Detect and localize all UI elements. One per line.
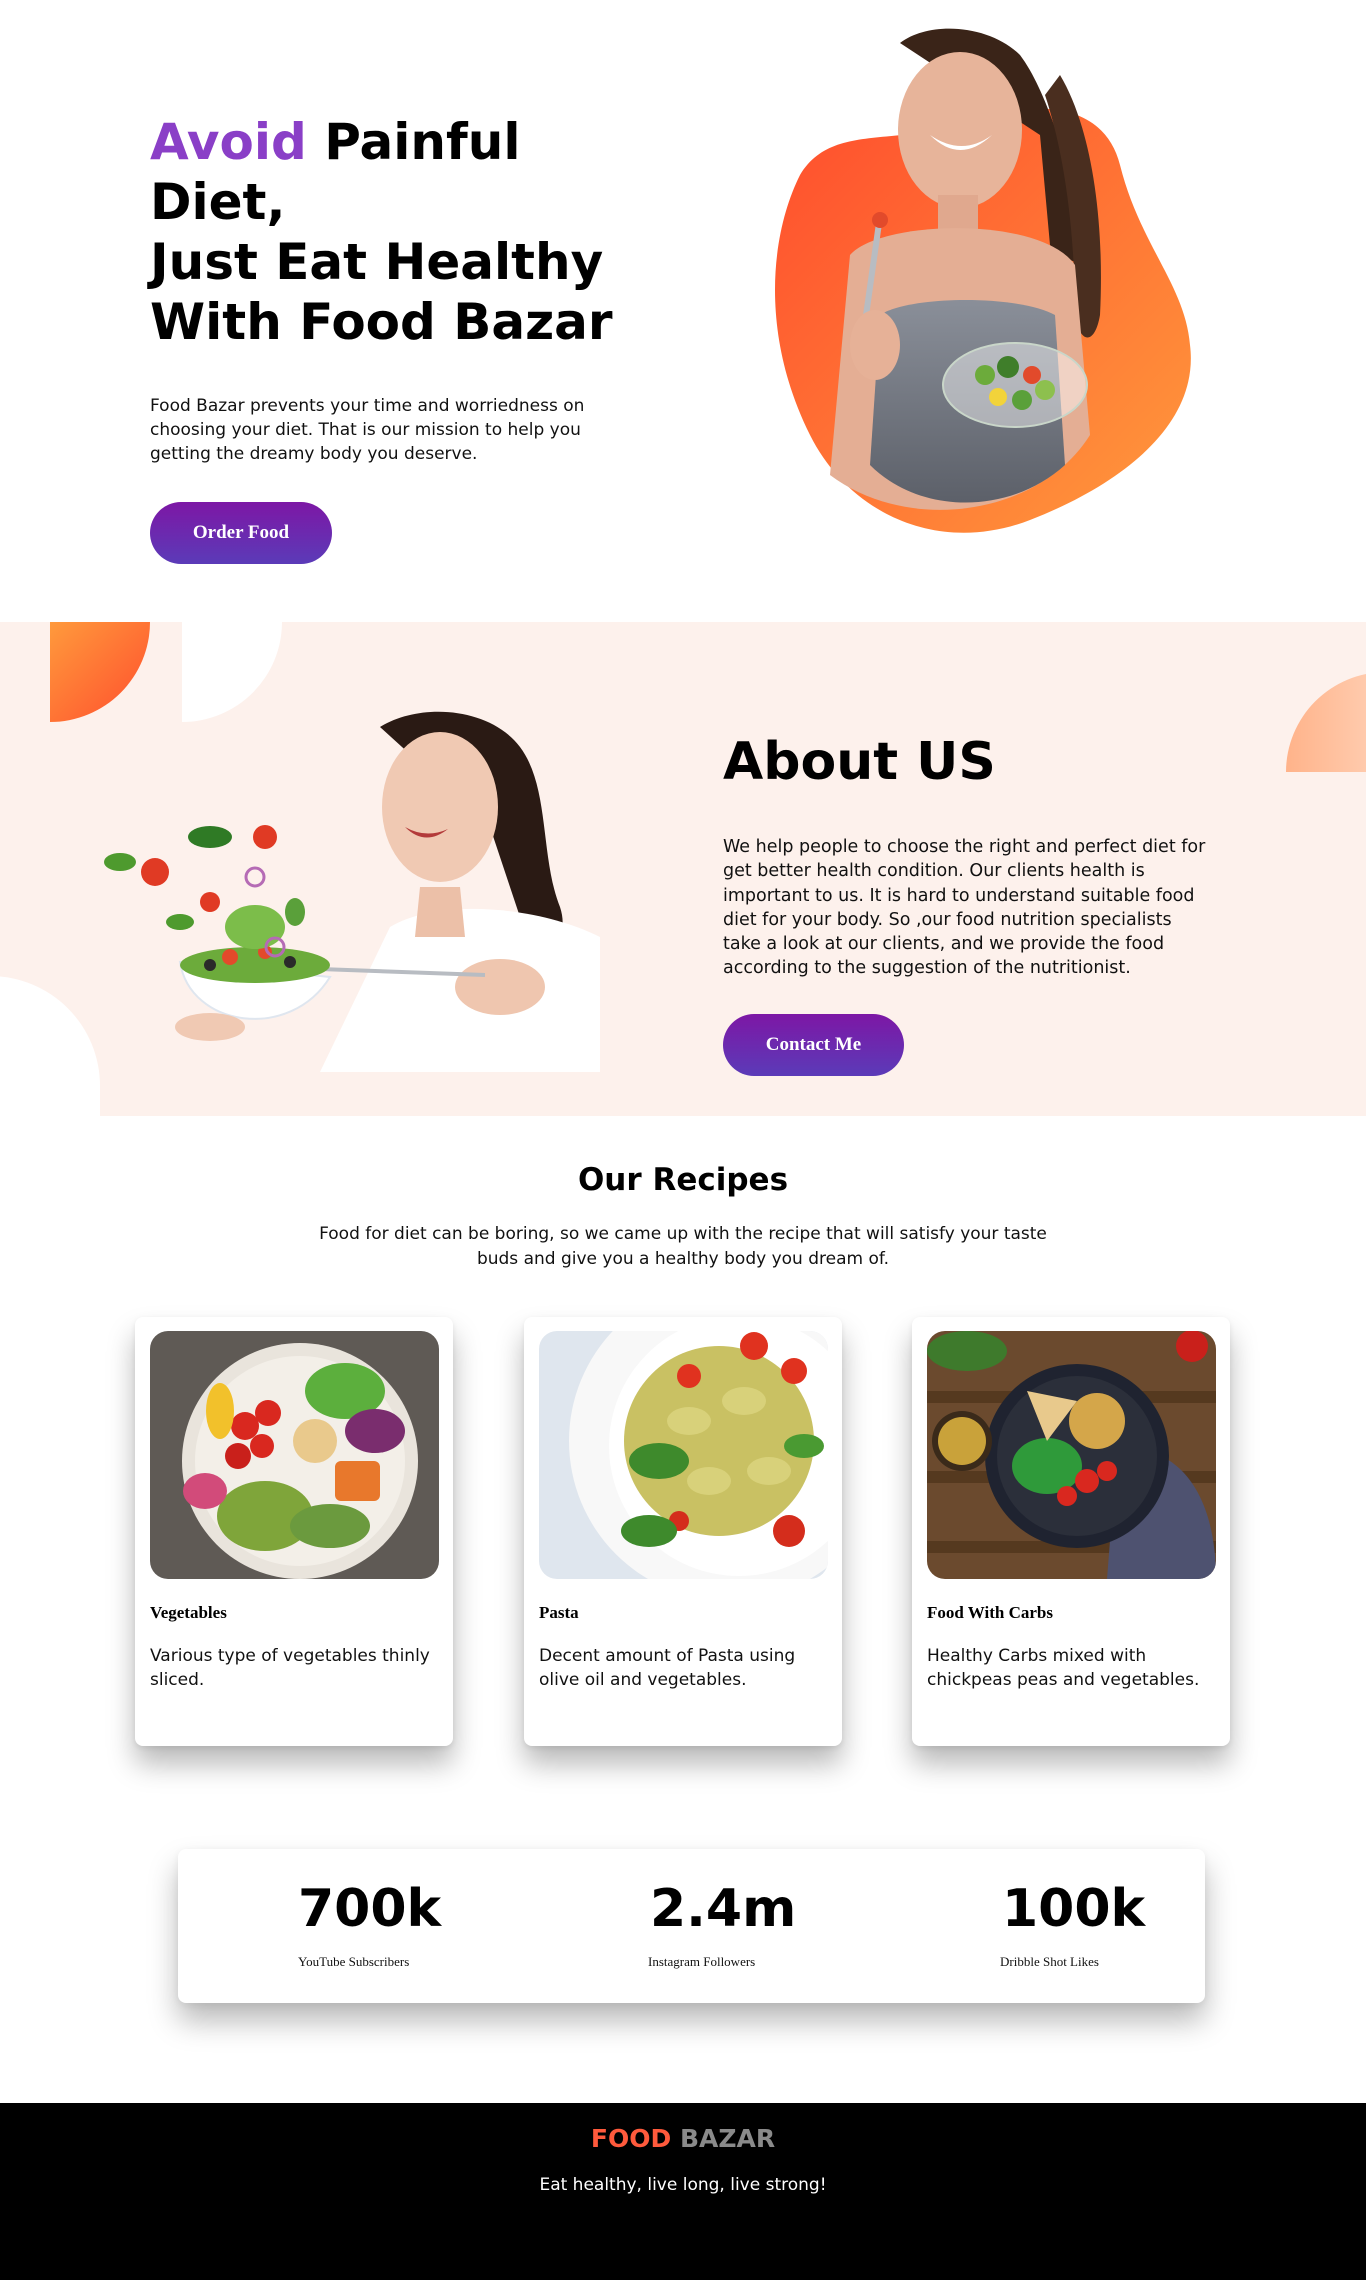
hero-woman-salad-image [775, 28, 1191, 533]
carbs-bowl-image [927, 1331, 1216, 1579]
about-woman-salad-image [104, 711, 600, 1072]
recipe-card-pasta[interactable]: Pasta Decent amount of Pasta using olive… [524, 1317, 842, 1746]
about-section: About US We help people to choose the ri… [0, 622, 1366, 1116]
footer-brand-food: FOOD [590, 2124, 672, 2153]
hero-title: Avoid Painful Diet, Just Eat Healthy Wit… [150, 112, 670, 352]
recipes-title: Our Recipes [577, 1162, 789, 1198]
hero-title-line-2: Just Eat Healthy [150, 233, 604, 291]
footer-tagline: Eat healthy, live long, live strong! [539, 2175, 827, 2195]
recipes-subtitle: Food for diet can be boring, so we came … [319, 1224, 1047, 1269]
footer: FOOD BAZAR Eat healthy, live long, live … [0, 2103, 1366, 2280]
stat-youtube-label: YouTube Subscribers [298, 1954, 410, 1969]
stat-dribbble-value: 100k [1002, 1879, 1146, 1939]
pasta-plate-image [539, 1331, 828, 1579]
contact-me-button[interactable]: Contact Me [723, 1014, 904, 1076]
footer-brand-bazar: BAZAR [679, 2124, 776, 2153]
hero-title-accent: Avoid [150, 113, 307, 171]
recipe-card-vegetables[interactable]: Vegetables Various type of vegetables th… [135, 1317, 453, 1746]
stat-youtube-value: 700k [298, 1879, 442, 1939]
order-food-button[interactable]: Order Food [150, 502, 332, 564]
about-title: About US [723, 732, 996, 792]
recipe-card-title: Vegetables [150, 1603, 227, 1622]
footer-logo: FOOD BAZAR [0, 2123, 1366, 2155]
stat-dribbble-label: Dribble Shot Likes [1000, 1954, 1099, 1969]
stats-panel: 700k YouTube Subscribers 2.4m Instagram … [178, 1849, 1205, 2003]
hero-section: Avoid Painful Diet, Just Eat Healthy Wit… [0, 0, 1366, 622]
hero-description: Food Bazar prevents your time and worrie… [150, 396, 585, 464]
stat-instagram-value: 2.4m [650, 1879, 797, 1939]
recipe-card-text: Healthy Carbs mixed with chickpeas peas … [927, 1646, 1200, 1690]
hero-title-line-3: With Food Bazar [150, 293, 613, 351]
recipe-card-food-with-carbs[interactable]: Food With Carbs Healthy Carbs mixed with… [912, 1317, 1230, 1746]
vegetables-bowl-image [150, 1331, 439, 1579]
recipe-card-title: Pasta [539, 1603, 579, 1622]
recipe-card-text: Various type of vegetables thinly sliced… [150, 1646, 430, 1690]
recipe-card-title: Food With Carbs [927, 1603, 1053, 1622]
stat-instagram-label: Instagram Followers [648, 1954, 756, 1969]
about-description: We help people to choose the right and p… [723, 837, 1206, 979]
recipe-card-text: Decent amount of Pasta using olive oil a… [539, 1646, 796, 1690]
